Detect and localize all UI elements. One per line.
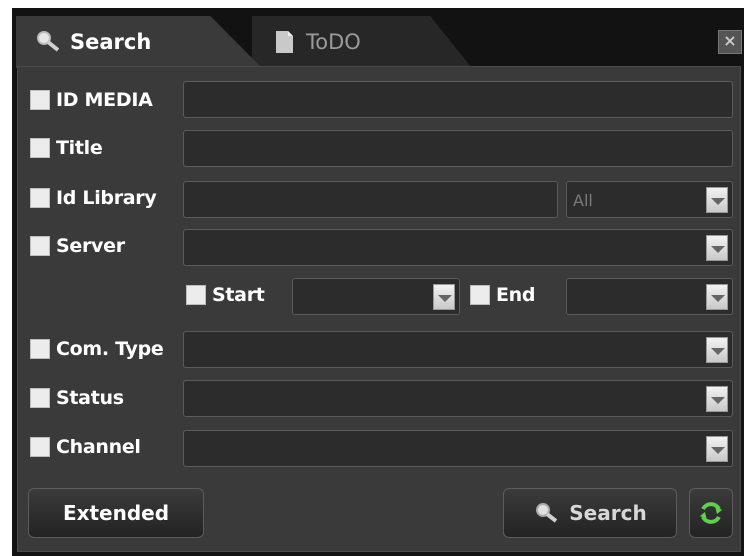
search-button[interactable]: Search	[503, 488, 677, 538]
id-library-filter[interactable]: Id Library	[30, 180, 157, 216]
tab-search-label: Search	[70, 30, 152, 54]
chevron-down-icon[interactable]	[706, 235, 728, 261]
com-type-filter[interactable]: Com. Type	[30, 331, 164, 367]
title-input[interactable]	[183, 130, 733, 167]
tab-todo-label: ToDO	[306, 30, 361, 54]
id-media-filter[interactable]: ID MEDIA	[30, 82, 153, 118]
server-checkbox[interactable]	[30, 236, 50, 256]
chevron-down-icon[interactable]	[706, 386, 728, 412]
server-filter[interactable]: Server	[30, 228, 125, 264]
chevron-down-icon[interactable]	[706, 284, 728, 310]
channel-filter[interactable]: Channel	[30, 429, 141, 465]
magnifier-icon	[34, 28, 62, 56]
end-select[interactable]	[566, 278, 733, 315]
server-label: Server	[56, 235, 125, 257]
channel-select[interactable]	[183, 430, 733, 467]
chevron-down-icon[interactable]	[706, 337, 728, 363]
start-select[interactable]	[292, 278, 460, 315]
chevron-down-icon[interactable]	[706, 436, 728, 462]
library-select[interactable]: All	[566, 181, 733, 218]
com-type-select[interactable]	[183, 331, 733, 368]
status-checkbox[interactable]	[30, 388, 50, 408]
start-filter[interactable]: Start	[186, 277, 265, 313]
document-icon	[270, 28, 298, 56]
id-media-checkbox[interactable]	[30, 90, 50, 110]
com-type-checkbox[interactable]	[30, 339, 50, 359]
id-media-label: ID MEDIA	[56, 89, 153, 111]
channel-label: Channel	[56, 436, 141, 458]
end-label: End	[496, 284, 536, 306]
status-filter[interactable]: Status	[30, 380, 124, 416]
search-icon	[533, 500, 559, 526]
com-type-label: Com. Type	[56, 338, 164, 360]
library-select-value: All	[573, 191, 593, 210]
close-button[interactable]: ×	[718, 30, 742, 54]
extended-button-label: Extended	[62, 501, 170, 525]
chevron-down-icon[interactable]	[706, 187, 728, 213]
refresh-button[interactable]	[689, 488, 733, 538]
channel-checkbox[interactable]	[30, 437, 50, 457]
search-button-label: Search	[569, 501, 647, 525]
title-label: Title	[56, 137, 103, 159]
id-library-input[interactable]	[183, 181, 558, 218]
end-checkbox[interactable]	[470, 285, 490, 305]
start-label: Start	[212, 284, 265, 306]
title-filter[interactable]: Title	[30, 130, 103, 166]
id-library-checkbox[interactable]	[30, 188, 50, 208]
status-select[interactable]	[183, 380, 733, 417]
chevron-down-icon[interactable]	[433, 284, 455, 310]
id-media-input[interactable]	[183, 81, 733, 118]
refresh-icon	[697, 499, 725, 527]
status-label: Status	[56, 387, 124, 409]
extended-button[interactable]: Extended	[28, 488, 204, 538]
close-icon: ×	[723, 31, 737, 50]
end-filter[interactable]: End	[470, 277, 536, 313]
server-select[interactable]	[183, 229, 733, 266]
start-checkbox[interactable]	[186, 285, 206, 305]
id-library-label: Id Library	[56, 187, 157, 209]
title-checkbox[interactable]	[30, 138, 50, 158]
